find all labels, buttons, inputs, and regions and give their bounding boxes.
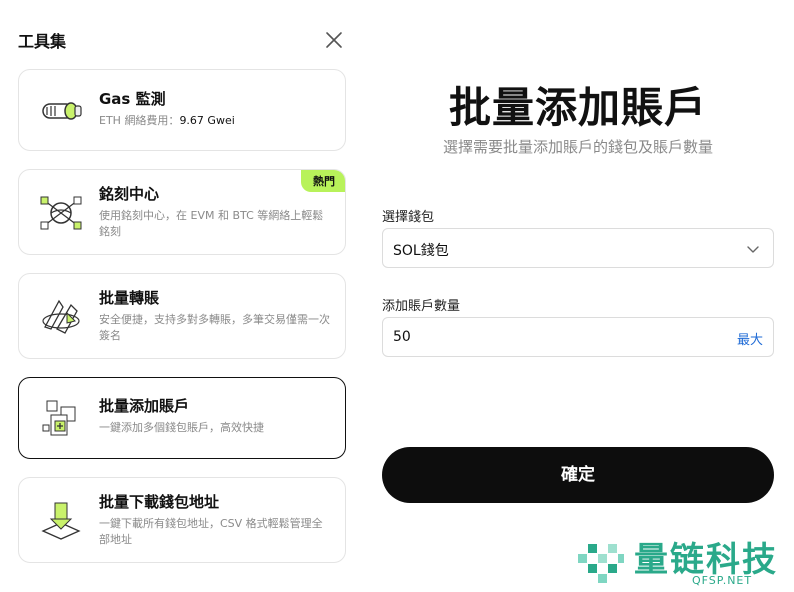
wallet-select[interactable]: SOL錢包 [382,228,774,268]
wallet-label: 選擇錢包 [382,210,435,225]
tool-desc: 一鍵添加多個錢包賬戶，高效快捷 [99,421,264,434]
watermark-logo-icon [574,534,628,588]
tool-desc: 安全便捷，支持多對多轉賬，多筆交易僅需一次簽名 [99,313,330,342]
tool-desc: 使用銘刻中心，在 EVM 和 BTC 等網絡上輕鬆銘刻 [99,209,324,238]
account-count-input[interactable]: 50 最大 [382,317,774,357]
watermark: 量链科技 QFSP.NET [574,530,794,590]
tool-card-download-addresses[interactable]: 批量下載錢包地址 一鍵下載所有錢包地址，CSV 格式輕鬆管理全部地址 [18,477,346,563]
inscription-orb-icon [37,189,85,237]
tool-card-batch-transfer[interactable]: 批量轉賬 安全便捷，支持多對多轉賬，多筆交易僅需一次簽名 [18,273,346,359]
tool-title: 批量添加賬戶 [99,397,190,415]
close-icon[interactable] [322,28,346,52]
tool-card-add-accounts[interactable]: 批量添加賬戶 一鍵添加多個錢包賬戶，高效快捷 [18,377,346,459]
panel-title: 工具集 [18,32,67,51]
tool-desc: 一鍵下載所有錢包地址，CSV 格式輕鬆管理全部地址 [99,517,323,546]
account-count-label: 添加賬戶數量 [382,299,461,314]
wallet-select-value: SOL錢包 [393,243,449,259]
tool-card-inscription[interactable]: 熱門 銘刻中心 使用銘刻中心，在 EVM 和 BTC 等網絡上輕鬆銘刻 [18,169,346,255]
gas-gauge-icon [37,87,85,135]
tool-title: 批量轉賬 [99,289,160,307]
download-icon [37,497,85,545]
max-button[interactable]: 最大 [737,329,763,348]
confirm-button[interactable]: 確定 [382,447,774,503]
page-subtitle: 選擇需要批量添加賬戶的錢包及賬戶數量 [442,138,713,156]
tool-title: 批量下載錢包地址 [99,493,220,511]
tool-desc: ETH 網絡費用：9.67 Gwei [99,114,235,127]
add-accounts-icon [37,395,85,443]
account-count-value[interactable]: 50 [393,329,411,345]
page-title: 批量添加賬戶 [448,83,707,132]
tool-title: 銘刻中心 [99,185,160,203]
tool-title: Gas 監測 [99,90,166,108]
gas-value: 9.67 Gwei [179,114,235,127]
batch-transfer-icon [37,293,85,341]
chevron-down-icon [745,241,761,257]
tool-card-gas[interactable]: Gas 監測 ETH 網絡費用：9.67 Gwei [18,69,346,151]
watermark-url: QFSP.NET [692,574,753,587]
